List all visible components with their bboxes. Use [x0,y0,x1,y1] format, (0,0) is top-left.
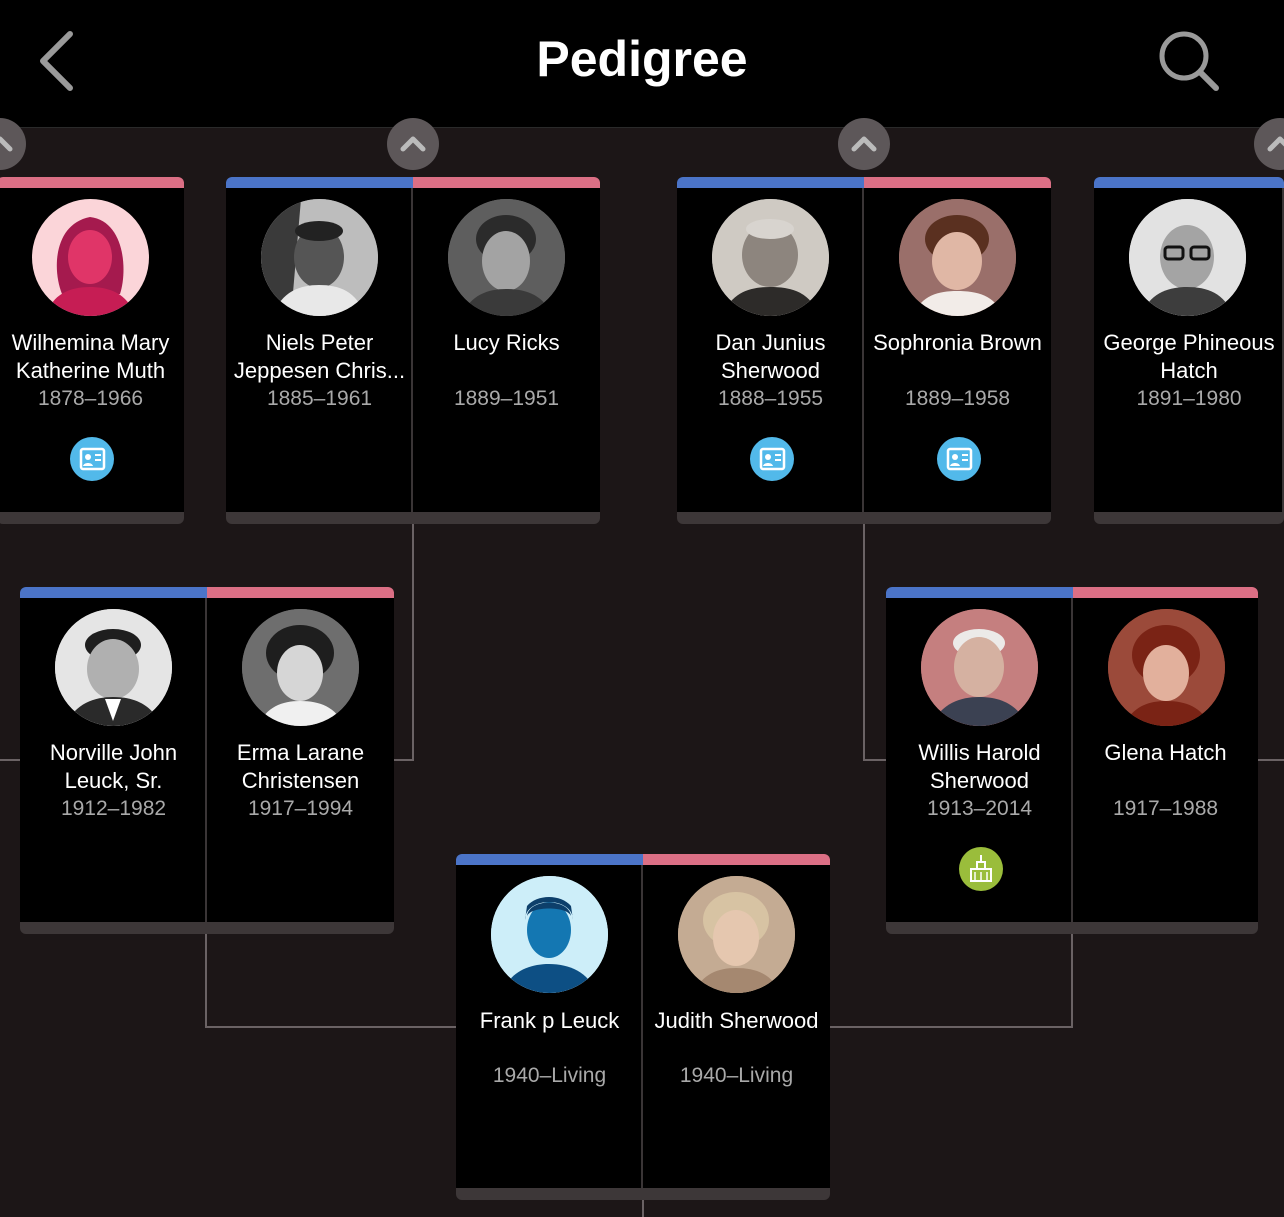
person-photo [1108,609,1225,726]
record-card-icon [759,447,786,471]
female-silhouette-icon [46,217,135,316]
person-photo [242,609,359,726]
person-card-lucy[interactable]: Lucy Ricks 1889–1951 [413,177,600,512]
portrait-image [712,199,829,316]
page-title: Pedigree [536,31,748,87]
portrait-image [899,199,1016,316]
life-dates: 1889–1958 [904,387,1011,410]
life-dates: 1889–1951 [453,387,560,410]
portrait-image [921,609,1038,726]
chevron-up-icon [400,136,426,152]
chevron-up-icon [1267,136,1284,152]
gender-bar [1073,587,1258,598]
portrait-image [1108,609,1225,726]
life-dates: 1940–Living [492,1064,607,1087]
portrait-image [55,609,172,726]
top-nav-bar: Pedigree [0,0,1284,128]
person-card-george[interactable]: George Phineous Hatch 1891–1980 [1094,177,1284,512]
gender-bar [643,854,830,865]
person-photo [1129,199,1246,316]
couple-card: George Phineous Hatch 1891–1980 [1094,177,1284,524]
life-dates: 1917–1988 [1112,797,1219,820]
person-photo [921,609,1038,726]
gender-bar [456,854,643,865]
record-hint-badge[interactable] [70,437,114,481]
chevron-up-icon [851,136,877,152]
person-card-erma[interactable]: Erma Larane Christensen 1917–1994 [207,587,394,922]
gender-bar [677,177,864,188]
chevron-up-icon [0,136,13,152]
male-placeholder-avatar [491,876,608,993]
record-hint-badge[interactable] [937,437,981,481]
person-photo [448,199,565,316]
couple-card: Wilhemina Mary Katherine Muth 1878–1966 [0,177,184,524]
life-dates: 1891–1980 [1136,387,1242,410]
male-silhouette-icon [491,876,608,993]
person-card-judith[interactable]: Judith Sherwood 1940–Living [643,854,830,1188]
person-photo [712,199,829,316]
person-card-glena[interactable]: Glena Hatch 1917–1988 [1073,587,1258,922]
expand-ancestors-button[interactable] [1254,118,1284,170]
record-card-icon [79,447,106,471]
gender-bar [0,177,184,188]
expand-ancestors-button[interactable] [0,118,26,170]
person-card-niels[interactable]: Niels Peter Jeppesen Chris... 1885–1961 [226,177,413,512]
couple-card: Dan Junius Sherwood 1888–1955 Sophronia B… [677,177,1051,524]
couple-card: Willis Harold Sherwood 1913–2014 Glena Ha… [886,587,1258,934]
couple-card: Frank p Leuck 1940–Living Judith Sherwoo… [456,854,830,1200]
temple-ordinance-badge[interactable] [959,847,1003,891]
portrait-image [678,876,795,993]
person-photo [678,876,795,993]
gender-bar [864,177,1051,188]
couple-card: Niels Peter Jeppesen Chris... 1885–1961 L… [226,177,600,524]
gender-bar [886,587,1073,598]
life-dates: 1913–2014 [926,797,1033,820]
life-dates: 1878–1966 [37,387,144,410]
portrait-image [242,609,359,726]
person-photo [55,609,172,726]
temple-icon [970,855,992,882]
life-dates: 1888–1955 [717,387,824,410]
female-placeholder-avatar [32,199,149,316]
couple-card: Norville John Leuck, Sr. 1912–1982 Erma L… [20,587,394,934]
search-icon [1159,31,1219,91]
portrait-image [261,199,378,316]
life-dates: 1912–1982 [60,797,167,820]
person-card-sophronia[interactable]: Sophronia Brown 1889–1958 [864,177,1051,512]
gender-bar [207,587,394,598]
gender-bar [1094,177,1284,188]
person-card-dan[interactable]: Dan Junius Sherwood 1888–1955 [677,177,864,512]
person-photo [899,199,1016,316]
person-card-norville[interactable]: Norville John Leuck, Sr. 1912–1982 [20,587,207,922]
life-dates: 1917–1994 [247,797,354,820]
record-hint-badge[interactable] [750,437,794,481]
portrait-image [448,199,565,316]
person-card-willis[interactable]: Willis Harold Sherwood 1913–2014 [886,587,1073,922]
gender-bar [20,587,207,598]
person-card-wilhemina[interactable]: Wilhemina Mary Katherine Muth 1878–1966 [0,177,184,512]
person-card-frank[interactable]: Frank p Leuck 1940–Living [456,854,643,1188]
portrait-image [1129,199,1246,316]
expand-ancestors-button[interactable] [838,118,890,170]
expand-ancestors-button[interactable] [387,118,439,170]
gender-bar [226,177,413,188]
life-dates: 1885–1961 [266,387,373,410]
life-dates: 1940–Living [679,1064,794,1087]
person-photo [261,199,378,316]
record-card-icon [946,447,973,471]
search-button[interactable] [1150,26,1226,96]
gender-bar [413,177,600,188]
